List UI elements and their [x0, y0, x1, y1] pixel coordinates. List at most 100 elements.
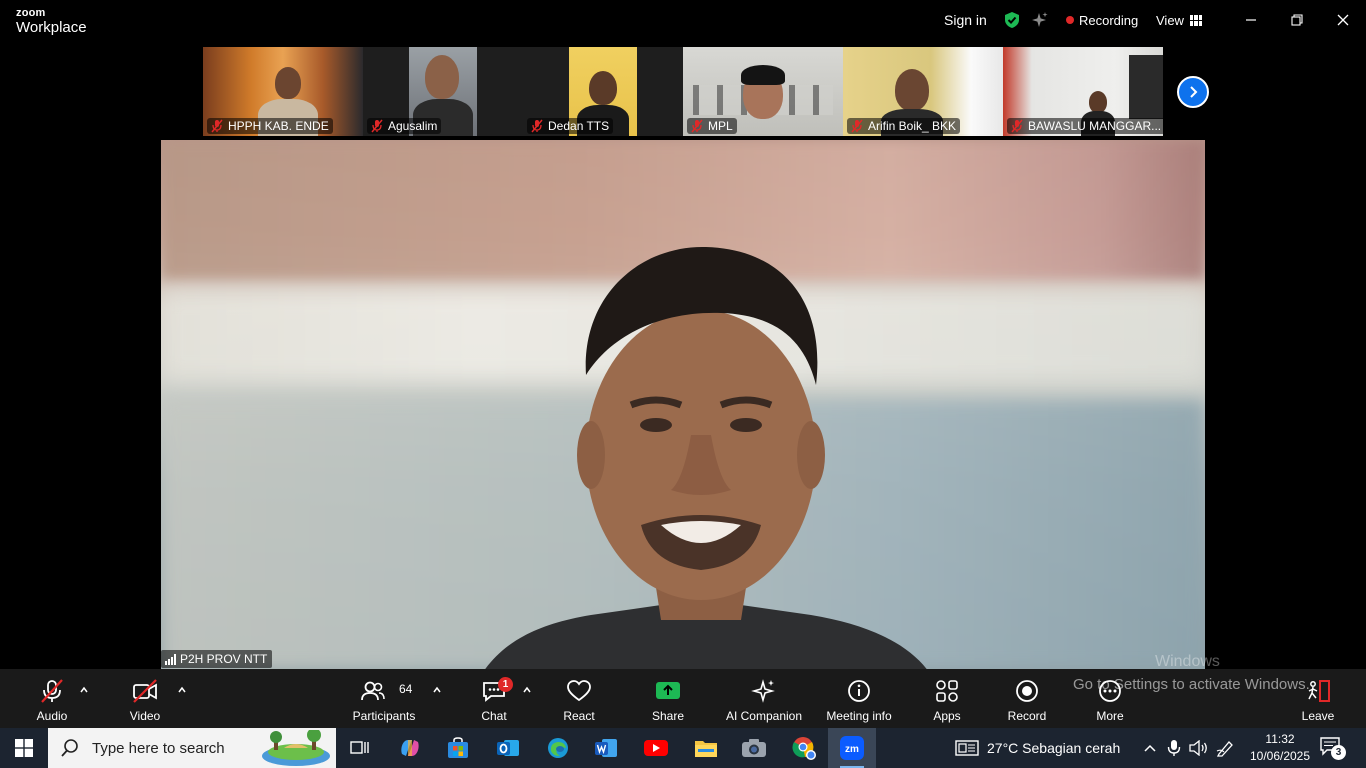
- camera-app[interactable]: [730, 728, 778, 768]
- chrome-app[interactable]: [780, 728, 828, 768]
- chrome-icon: [792, 737, 816, 760]
- logo-workplace-text: Workplace: [16, 19, 87, 36]
- notification-count-badge: 3: [1331, 745, 1346, 760]
- participant-thumbnail[interactable]: MPL: [683, 47, 843, 136]
- video-label: Video: [129, 709, 161, 723]
- microsoft-store-app[interactable]: [434, 728, 482, 768]
- participant-thumbnail[interactable]: HPPH KAB. ENDE: [203, 47, 363, 136]
- word-app[interactable]: [582, 728, 630, 768]
- muted-mic-icon: [691, 119, 703, 133]
- ai-companion-label: AI Companion: [725, 709, 803, 723]
- meeting-info-button[interactable]: Meeting info: [822, 669, 896, 728]
- security-shield-icon[interactable]: [1003, 11, 1021, 29]
- record-button[interactable]: Record: [1006, 669, 1048, 728]
- minimize-button[interactable]: [1228, 0, 1274, 40]
- muted-mic-icon: [1011, 119, 1023, 133]
- taskbar-search-box[interactable]: Type here to search: [48, 728, 336, 768]
- muted-mic-icon: [41, 679, 63, 703]
- file-explorer-app[interactable]: [682, 728, 730, 768]
- participant-face: [275, 67, 301, 99]
- title-bar: zoom Workplace Sign in Recording View: [0, 0, 1366, 44]
- zoom-app[interactable]: zm: [828, 728, 876, 768]
- recording-label: Recording: [1079, 12, 1139, 28]
- logo-zoom-text: zoom: [16, 7, 46, 19]
- microphone-tray-icon[interactable]: [1167, 739, 1181, 757]
- outlook-app[interactable]: [484, 728, 532, 768]
- news-weather-icon: [955, 740, 979, 756]
- chat-unread-badge: 1: [498, 677, 513, 692]
- weather-widget[interactable]: 27°C Sebagian cerah: [955, 728, 1120, 768]
- recording-dot-icon: [1066, 16, 1074, 24]
- leave-label: Leave: [1301, 709, 1335, 723]
- heart-icon: [567, 680, 591, 702]
- info-icon: [848, 680, 870, 702]
- video-options-caret-icon[interactable]: [177, 685, 187, 695]
- close-icon: [1337, 14, 1349, 26]
- recording-indicator[interactable]: Recording: [1066, 0, 1138, 40]
- pen-ink-icon[interactable]: [1216, 739, 1236, 757]
- store-icon: [448, 737, 468, 758]
- task-view-button[interactable]: [336, 728, 384, 768]
- participant-face: [895, 69, 929, 111]
- participant-thumbnail[interactable]: Dedan TTS: [523, 47, 683, 136]
- participant-name-tag: Arifin Boik_ BKK: [847, 118, 961, 134]
- react-button[interactable]: React: [560, 669, 598, 728]
- edge-app[interactable]: [534, 728, 582, 768]
- participant-name-tag: HPPH KAB. ENDE: [207, 118, 333, 134]
- participant-face: [589, 71, 617, 105]
- share-label: Share: [651, 709, 685, 723]
- windows-logo-icon: [15, 739, 33, 757]
- show-hidden-icons-chevron-icon[interactable]: [1143, 742, 1157, 754]
- participant-name: Agusalim: [388, 119, 438, 133]
- share-button[interactable]: Share: [650, 669, 686, 728]
- muted-mic-icon: [851, 119, 863, 133]
- view-button[interactable]: View: [1156, 0, 1202, 40]
- video-off-icon: [133, 679, 157, 703]
- participant-face: [425, 55, 459, 99]
- participants-button[interactable]: Participants: [350, 669, 418, 728]
- view-label: View: [1156, 12, 1184, 28]
- copilot-app[interactable]: [386, 728, 434, 768]
- volume-icon[interactable]: [1189, 740, 1209, 756]
- react-label: React: [563, 709, 595, 723]
- chat-options-caret-icon[interactable]: [522, 685, 532, 695]
- participant-background: [1129, 55, 1163, 119]
- sign-in-button[interactable]: Sign in: [944, 0, 987, 40]
- clock-time: 11:32: [1265, 732, 1295, 746]
- participants-count: 64: [399, 682, 413, 696]
- speaker-person: [485, 246, 927, 669]
- participant-name-tag: Agusalim: [367, 118, 442, 134]
- youtube-app[interactable]: [632, 728, 680, 768]
- taskbar-clock[interactable]: 11:32 10/06/2025: [1248, 731, 1312, 765]
- copilot-icon: [401, 740, 419, 756]
- zoom-workplace-logo: zoom Workplace: [16, 7, 87, 36]
- meeting-info-label: Meeting info: [826, 709, 892, 723]
- start-button[interactable]: [0, 728, 48, 768]
- next-page-button[interactable]: [1177, 76, 1209, 108]
- participant-thumbnail[interactable]: Arifin Boik_ BKK: [843, 47, 1003, 136]
- edge-icon: [548, 738, 568, 758]
- record-icon: [1016, 680, 1038, 702]
- zoom-meeting-window: zoom Workplace Sign in Recording View HP…: [0, 0, 1366, 768]
- windows-taskbar: Type here to search zm 27°C Sebagian cer…: [0, 728, 1366, 768]
- folder-icon: [695, 741, 717, 757]
- activate-windows-watermark: Go to Settings to activate Windows.: [1073, 676, 1310, 693]
- participants-icon: [361, 681, 385, 701]
- ai-sparkle-icon[interactable]: [1031, 11, 1049, 29]
- participants-options-caret-icon[interactable]: [432, 685, 442, 695]
- weather-text: 27°C Sebagian cerah: [987, 740, 1121, 756]
- camera-icon: [742, 739, 766, 757]
- notification-center-button[interactable]: 3: [1320, 736, 1346, 760]
- participant-thumbnail[interactable]: Agusalim: [363, 47, 523, 136]
- audio-options-caret-icon[interactable]: [79, 685, 89, 695]
- participant-name: HPPH KAB. ENDE: [228, 119, 329, 133]
- participant-thumbnail[interactable]: BAWASLU MANGGAR...: [1003, 47, 1163, 136]
- restore-button[interactable]: [1274, 0, 1320, 40]
- svg-text:zm: zm: [845, 744, 859, 755]
- ai-companion-button[interactable]: AI Companion: [722, 669, 806, 728]
- audio-button[interactable]: Audio: [32, 669, 72, 728]
- video-button[interactable]: Video: [124, 669, 166, 728]
- close-button[interactable]: [1320, 0, 1366, 40]
- apps-button[interactable]: Apps: [930, 669, 964, 728]
- word-icon: [595, 739, 617, 757]
